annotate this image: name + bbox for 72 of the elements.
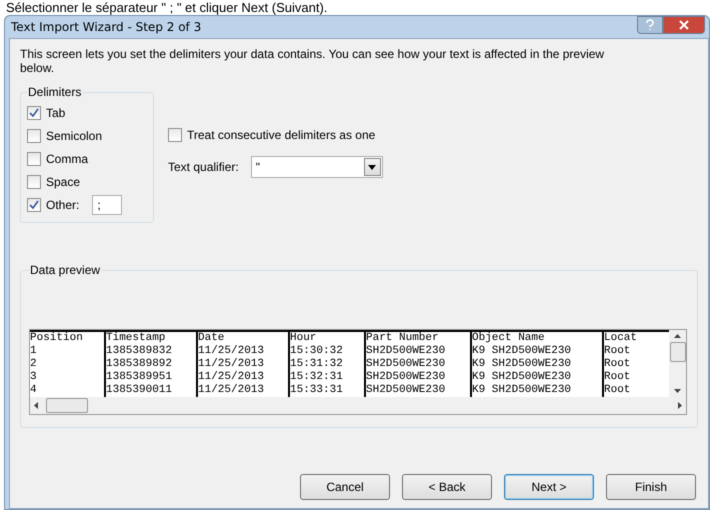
column-header: Timestamp — [106, 332, 166, 345]
table-cell-text: SH2D500WE230 — [366, 358, 446, 371]
close-icon — [679, 20, 689, 30]
table-cell-text: 1385389951 — [106, 371, 174, 384]
table-cell-text: 3 — [30, 371, 38, 384]
close-button[interactable] — [663, 16, 705, 34]
caption-text: Sélectionner le séparateur " ; " et cliquer Next (Suivant). — [5, 0, 328, 15]
checkbox-label[interactable]: Other: — [46, 198, 80, 212]
table-cell-text: K9 SH2D500WE230 — [472, 358, 572, 371]
column-header: Hour — [290, 332, 318, 345]
table-cell-text: SH2D500WE230 — [366, 384, 446, 397]
checkbox[interactable] — [27, 152, 41, 166]
table-cell-text: 15:30:32 — [290, 345, 344, 358]
table-cell-text: 1 — [30, 345, 38, 358]
dialog-button[interactable]: Next > — [504, 474, 594, 500]
table-cell-text: 15:32:31 — [290, 371, 344, 384]
table-cell-text: 11/25/2013 — [198, 371, 266, 384]
qualifier-dropdown[interactable]: " — [250, 156, 383, 178]
help-button[interactable] — [637, 16, 663, 34]
table-cell-text: Root — [604, 345, 632, 358]
window-title: Text Import Wizard - Step 2 of 3 — [11, 20, 202, 34]
dialog-button[interactable]: Cancel — [300, 474, 390, 500]
checkbox[interactable] — [27, 106, 41, 120]
table-cell-text: 2 — [30, 358, 38, 371]
table-cell-text: 1385390011 — [106, 384, 174, 397]
vertical-scrollbar[interactable] — [669, 330, 686, 397]
group-title: Delimiters — [27, 85, 82, 99]
scroll-thumb[interactable] — [670, 342, 686, 362]
table-cell-text: Root — [604, 384, 632, 397]
table-cell-text: 15:33:31 — [290, 384, 344, 397]
scroll-right-icon — [678, 402, 682, 409]
checkbox[interactable] — [168, 128, 182, 142]
table-cell-text: K9 SH2D500WE230 — [472, 384, 572, 397]
horizontal-scrollbar[interactable] — [30, 397, 686, 414]
checkbox-label[interactable]: Space — [46, 174, 80, 188]
table-cell-text: K9 SH2D500WE230 — [472, 371, 572, 384]
table-cell-text: 1385389892 — [106, 358, 174, 371]
description-text: This screen lets you set the delimiters your data contains. You can see how your text is affected in the preview below. — [20, 47, 606, 75]
dialog-button[interactable]: < Back — [402, 474, 492, 500]
table-cell-text: SH2D500WE230 — [366, 371, 446, 384]
checkbox[interactable] — [27, 198, 41, 212]
table-cell-text: Root — [604, 358, 632, 371]
table-cell-text: 11/25/2013 — [198, 358, 266, 371]
column-header: Date — [198, 332, 226, 345]
column-header: Part Number — [366, 332, 440, 345]
scroll-thumb[interactable] — [46, 398, 88, 413]
checkbox-label[interactable]: Comma — [46, 152, 88, 166]
table-cell-text: K9 SH2D500WE230 — [472, 345, 572, 358]
table-cell-text: SH2D500WE230 — [366, 345, 446, 358]
group-title: Data preview — [29, 263, 102, 277]
checkbox-label[interactable]: Treat consecutive delimiters as one — [187, 128, 376, 142]
table-cell-text: Root — [604, 371, 632, 384]
qualifier-label: Text qualifier: — [168, 160, 239, 174]
table-cell-text: 15:31:32 — [290, 358, 344, 371]
scroll-down-icon — [674, 389, 681, 393]
dialog-button[interactable]: Finish — [606, 474, 696, 500]
scroll-up-icon — [674, 334, 681, 338]
checkbox[interactable] — [27, 174, 41, 188]
help-icon — [645, 19, 655, 31]
column-header: Position — [30, 332, 84, 345]
table-cell-text: 1385389832 — [106, 345, 174, 358]
table-cell-text: 11/25/2013 — [198, 345, 266, 358]
dropdown-arrow-icon — [368, 164, 376, 170]
checkbox-label[interactable]: Semicolon — [46, 128, 102, 142]
checkbox[interactable] — [27, 128, 41, 142]
other-delimiter-field[interactable]: ; — [92, 194, 122, 214]
column-header: Object Name — [472, 332, 546, 345]
table-cell-text: 11/25/2013 — [198, 384, 266, 397]
scroll-left-icon — [34, 402, 38, 409]
checkbox-label[interactable]: Tab — [46, 106, 66, 120]
table-cell-text: 4 — [30, 384, 38, 397]
column-header: Locat — [604, 332, 638, 345]
